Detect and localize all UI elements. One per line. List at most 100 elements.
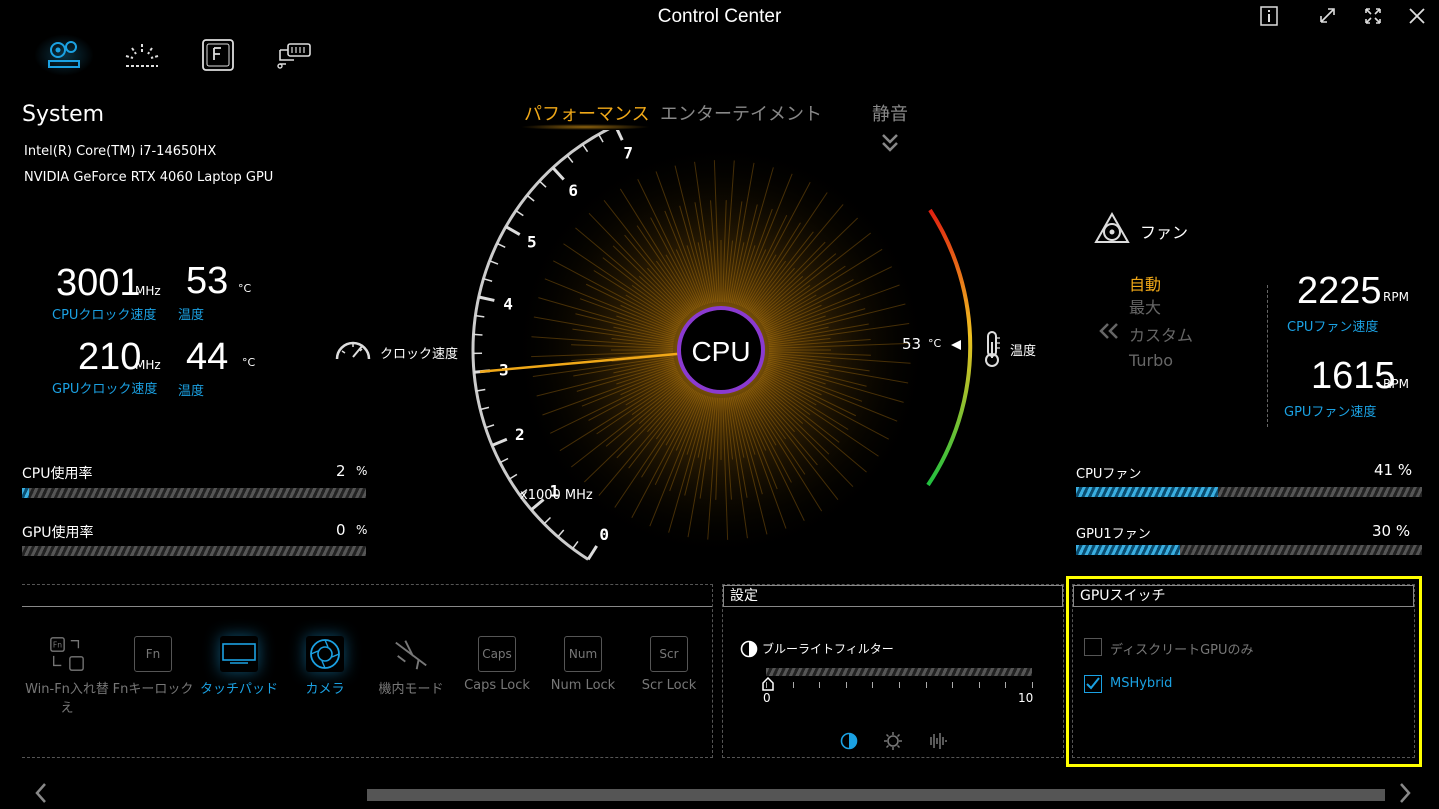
key-toggle-num-lock[interactable]: Num Num Lock [540,636,626,716]
bluelight-mode-icon[interactable] [840,732,858,754]
lighting-icon[interactable] [112,34,172,76]
double-chevron-left-icon[interactable] [1098,322,1120,344]
fan-mode-turbo[interactable]: Turbo [1129,351,1173,370]
num-lock-icon: Num [564,636,602,672]
cpu-temp-unit: °C [238,282,252,295]
cpu-usage-label: CPU使用率 [22,466,93,482]
settings-heading: 設定 [723,585,1063,607]
gauge-tick [571,540,579,550]
expand-icon[interactable] [1360,4,1386,28]
cpu-name: Intel(R) Core(TM) i7-14650HX [24,144,217,159]
gpu-fan-rpm-unit: RPM [1383,377,1409,391]
window-title: Control Center [657,6,782,27]
fan-mode-auto[interactable]: 自動 [1129,271,1161,295]
speedometer-icon [334,333,372,367]
fan-divider [1267,285,1268,427]
key-toggle-label: 機内モード [378,682,444,697]
check-icon [1086,677,1100,690]
gpu-clock-unit: MHz [135,358,161,372]
slider-tick [952,682,954,688]
gpu-usage-value: 0 [336,521,346,539]
mode-performance[interactable]: パフォーマンス [524,100,650,126]
brightness-icon[interactable] [883,731,903,755]
function-key-icon[interactable] [188,34,248,76]
restore-icon[interactable] [1314,4,1340,28]
gauge-tick [496,242,506,248]
slider-tick [1032,682,1033,688]
gpu-clock-value: 210 [78,336,142,378]
gpu-switch-panel: GPUスイッチ [1072,584,1415,758]
system-heading: System [22,102,105,127]
gauge-tick [515,209,524,217]
key-toggle-touchpad[interactable]: タッチパッド [196,636,282,716]
mode-entertainment[interactable]: エンターテイメント [660,100,822,126]
cpu-usage-unit: % [356,464,368,478]
cpu-fan-bar [1076,487,1422,497]
slider-tick [1005,682,1007,688]
temp-marker-icon [950,336,962,355]
audio-wave-icon[interactable] [926,731,948,755]
gauge-tick [499,457,509,464]
system-settings-icon[interactable] [34,34,94,76]
fan-usb-icon[interactable] [264,34,324,76]
gauge-tick [526,194,535,202]
mshybrid-checkbox[interactable] [1084,675,1102,693]
key-toggle-airplane-mode[interactable]: 機内モード [368,636,454,716]
gpu-usage-bar [22,546,366,556]
touchpad-icon [220,636,258,672]
cpu-fan-label: CPUファン [1076,467,1142,482]
fan-mode-max[interactable]: 最大 [1129,294,1161,318]
temp-label: 温度 [1010,344,1037,359]
gauge-tick-label: 6 [568,181,578,200]
slider-max: 10 [1018,691,1034,705]
gauge-tick [586,545,598,561]
gauge-tick [557,529,565,538]
cpu-fan-rpm-unit: RPM [1383,290,1409,304]
gauge-tick-label: 5 [527,233,537,252]
gpu-fan-rpm-label: GPUファン速度 [1284,405,1377,420]
key-toggle-caps-lock[interactable]: Caps Caps Lock [454,636,540,716]
scroll-left-icon[interactable] [34,782,48,808]
gauge-tick [473,333,483,336]
bluelight-slider-ticks [766,682,1033,688]
thermometer-icon [982,330,1002,372]
cpu-center-label: CPU [691,336,750,367]
gpu-fan-pct: 30 % [1372,522,1411,540]
camera-icon [306,636,344,672]
win-fn-swap-icon: Fn [48,636,86,672]
key-toggle-scroll-lock[interactable]: Scr Scr Lock [626,636,712,716]
discrete-gpu-label: ディスクリートGPUのみ [1110,643,1254,658]
close-icon[interactable] [1404,4,1430,28]
slider-tick [845,682,847,688]
cpu-usage-value: 2 [336,462,346,480]
fan-mode-custom[interactable]: カスタム [1129,322,1193,346]
gauge-tick-label: 0 [599,525,609,544]
gauge-tick [476,388,486,392]
info-icon[interactable] [1256,4,1282,28]
cpu-clock-label: CPUクロック速度 [52,308,157,323]
gpu-fan-bar [1076,545,1422,555]
slider-tick [766,682,767,688]
gauge-tick [491,437,508,447]
discrete-gpu-checkbox[interactable] [1084,638,1102,656]
gauge-tick [538,180,547,188]
key-toggle-win-fn-swap[interactable]: Fn Win-Fn入れ替え [24,636,110,716]
gauge-tick-label: 4 [503,294,513,313]
cpu-temp-label: 温度 [178,308,205,323]
fn-lock-icon: Fn [134,636,172,672]
gauge-temp-unit: °C [928,337,942,350]
key-toggle-camera[interactable]: カメラ [282,636,368,716]
mode-silent[interactable]: 静音 [872,100,908,126]
cpu-fan-rpm: 2225 [1297,270,1382,312]
scroll-right-icon[interactable] [1398,782,1412,808]
gauge-tick [489,260,499,265]
fan-icon [1094,211,1130,250]
bluelight-slider-track[interactable] [766,668,1032,676]
horizontal-scrollbar[interactable] [367,789,1385,801]
key-toggle-fn-lock[interactable]: Fn Fnキーロック [110,636,196,716]
key-toggle-label: Win-Fn入れ替え [25,682,109,716]
gpu-usage-unit: % [356,523,368,537]
gpu-switch-heading: GPUスイッチ [1073,585,1414,607]
clock-speed-label: クロック速度 [380,347,459,362]
gauge-tick [508,473,518,480]
